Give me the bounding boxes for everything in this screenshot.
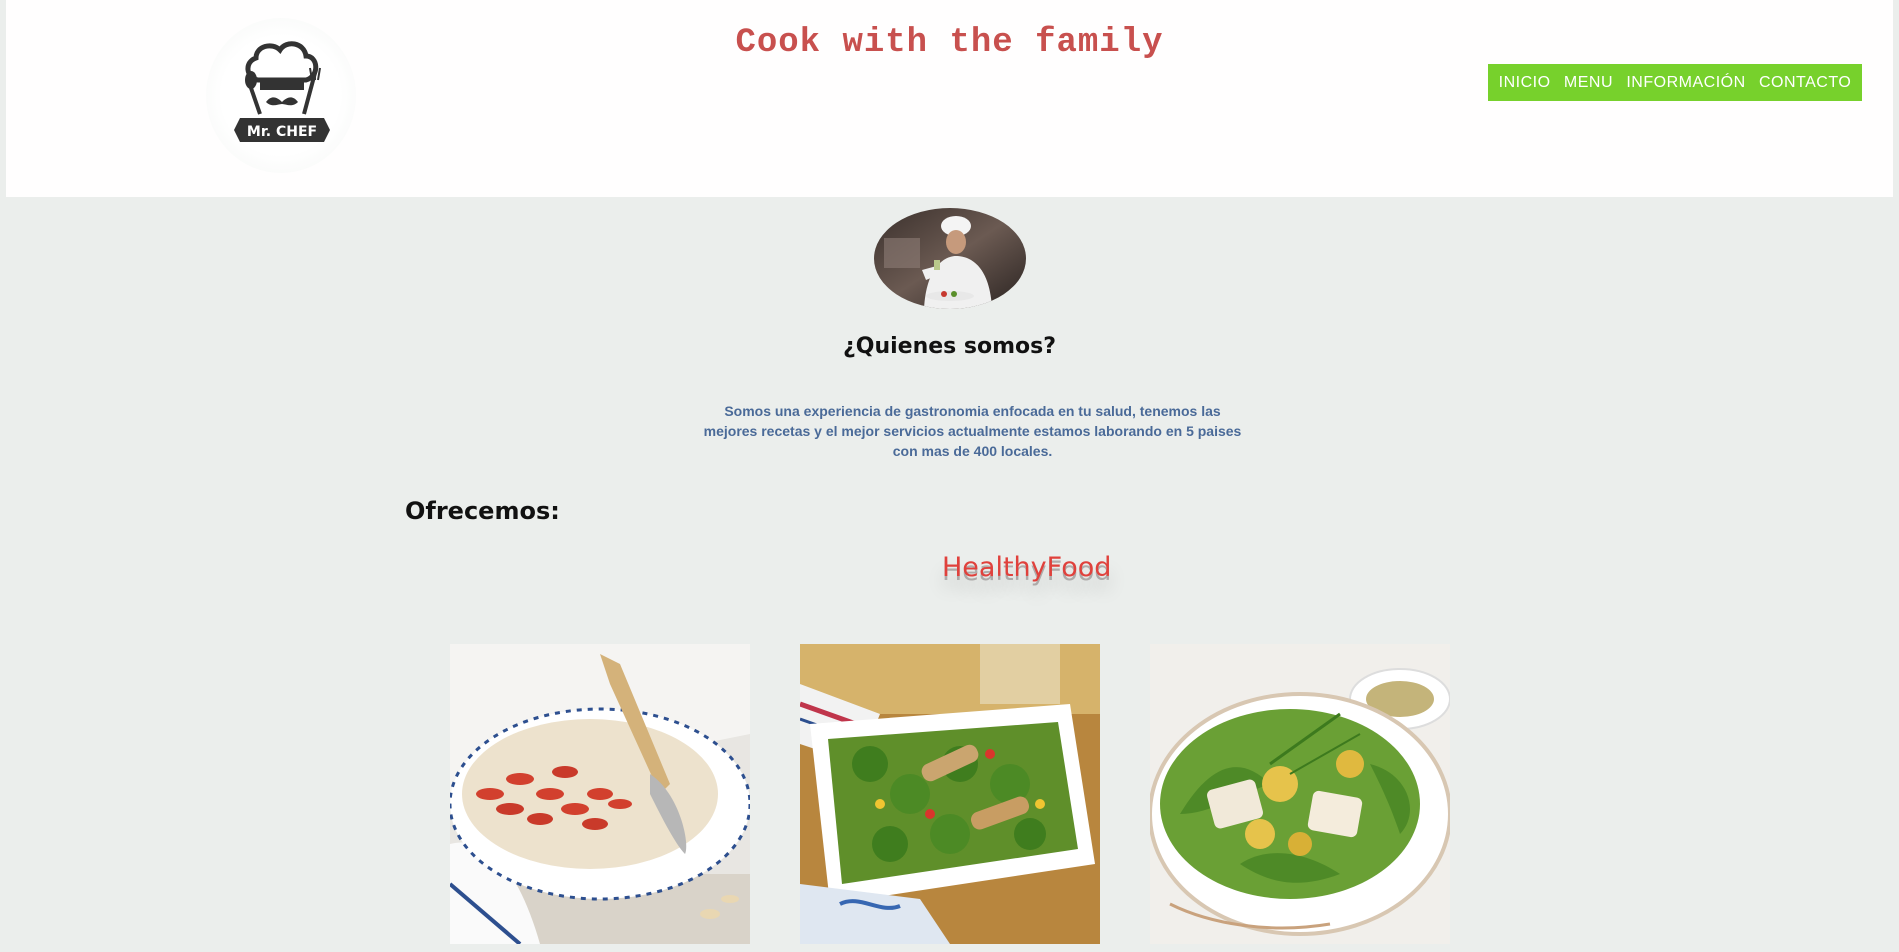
food-card-salad[interactable] [1150,644,1450,944]
nav-inicio-link[interactable]: INICIO [1499,74,1551,92]
offer-title: Ofrecemos: [405,497,560,525]
healthyfood-brand: HealthyFood [942,552,1112,583]
nav-menu-link[interactable]: MENU [1564,74,1613,92]
nav-contacto-link[interactable]: CONTACTO [1759,74,1851,92]
chef-photo [874,208,1026,309]
nav-informacion-link[interactable]: INFORMACIÓN [1626,74,1745,92]
svg-text:Mr. CHEF: Mr. CHEF [247,124,317,140]
site-title: Cook with the family [735,24,1164,62]
about-title: ¿Quienes somos? [842,334,1057,359]
main-nav: INICIO MENU INFORMACIÓN CONTACTO [1488,64,1862,101]
about-description: Somos una experiencia de gastronomia enf… [703,403,1242,459]
food-card-porridge[interactable] [450,644,750,944]
food-card-casserole[interactable] [800,644,1100,944]
